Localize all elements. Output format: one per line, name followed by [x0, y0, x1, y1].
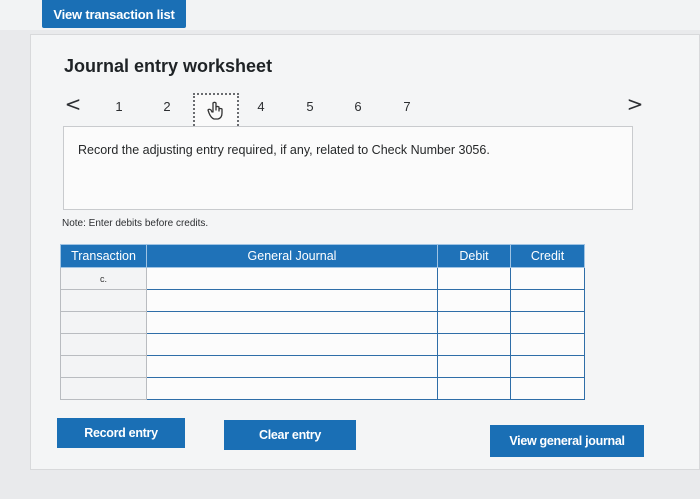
header-general-journal: General Journal: [146, 244, 438, 268]
page-3-current[interactable]: [193, 93, 239, 129]
table-row: [60, 355, 585, 378]
debit-input[interactable]: [437, 289, 511, 312]
credit-input[interactable]: [510, 333, 585, 356]
header-debit: Debit: [437, 244, 511, 268]
debit-input[interactable]: [437, 267, 511, 290]
worksheet-title: Journal entry worksheet: [64, 56, 273, 76]
header-transaction: Transaction: [60, 244, 147, 268]
record-entry-button[interactable]: Record entry: [57, 418, 185, 448]
transaction-cell: c.: [60, 267, 147, 290]
prompt-text: Record the adjusting entry required, if …: [78, 143, 490, 157]
clear-entry-button[interactable]: Clear entry: [224, 420, 356, 450]
account-input[interactable]: [146, 355, 438, 378]
account-input[interactable]: [146, 377, 438, 400]
transaction-cell: [60, 377, 147, 400]
page-7-button[interactable]: 7: [396, 96, 418, 116]
transaction-cell: [60, 289, 147, 312]
page-4-button[interactable]: 4: [250, 96, 272, 116]
debit-input[interactable]: [437, 311, 511, 334]
credit-input[interactable]: [510, 377, 585, 400]
table-row: [60, 289, 585, 312]
table-row: [60, 377, 585, 400]
debit-input[interactable]: [437, 333, 511, 356]
journal-table: Transaction General Journal Debit Credit…: [60, 244, 585, 400]
account-input[interactable]: [146, 311, 438, 334]
table-header-row: Transaction General Journal Debit Credit: [60, 244, 585, 268]
credit-input[interactable]: [510, 355, 585, 378]
hand-pointer-icon: [207, 101, 223, 120]
header-credit: Credit: [510, 244, 585, 268]
credit-input[interactable]: [510, 267, 585, 290]
prev-page-button[interactable]: <: [62, 92, 84, 116]
credit-input[interactable]: [510, 289, 585, 312]
note-text: Note: Enter debits before credits.: [62, 218, 209, 229]
debit-input[interactable]: [437, 355, 511, 378]
page-6-button[interactable]: 6: [347, 96, 369, 116]
page-1-button[interactable]: 1: [108, 96, 130, 116]
view-transaction-list-button[interactable]: View transaction list: [42, 0, 186, 28]
page-5-button[interactable]: 5: [299, 96, 321, 116]
page-2-button[interactable]: 2: [156, 96, 178, 116]
transaction-cell: [60, 355, 147, 378]
account-input[interactable]: [146, 333, 438, 356]
account-input[interactable]: [146, 289, 438, 312]
account-input[interactable]: [146, 267, 438, 290]
next-page-button[interactable]: >: [624, 92, 646, 116]
credit-input[interactable]: [510, 311, 585, 334]
view-general-journal-button[interactable]: View general journal: [490, 425, 644, 457]
prompt-box: Record the adjusting entry required, if …: [63, 126, 633, 210]
table-row: [60, 333, 585, 356]
table-row: [60, 311, 585, 334]
debit-input[interactable]: [437, 377, 511, 400]
transaction-cell: [60, 333, 147, 356]
transaction-cell: [60, 311, 147, 334]
table-row: c.: [60, 267, 585, 290]
